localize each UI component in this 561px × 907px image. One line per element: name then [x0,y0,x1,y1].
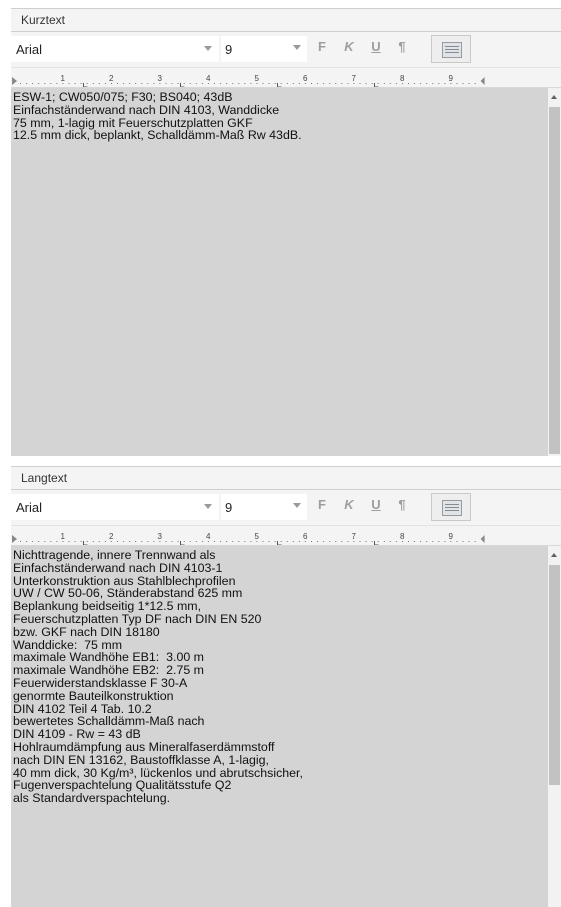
font-family-value: Arial [16,41,43,57]
paragraph-marks-button[interactable]: ¶ [394,497,410,512]
right-indent-marker[interactable] [480,535,485,543]
scroll-up-icon[interactable] [551,553,557,557]
langtext-content[interactable]: Nichttragende, innere Trennwand als Einfa… [11,546,561,805]
font-family-select[interactable]: Arial [11,36,219,62]
chevron-down-icon[interactable] [204,504,212,509]
kurztext-panel: Kurztext Arial 9 F K U ¶ 1 2 3 4 5 6 7 8 9 ESW-1… [11,8,561,456]
ruler-number: 3 [158,74,163,83]
scrollbar-thumb[interactable] [549,565,560,785]
ruler-number: 9 [449,74,454,83]
font-family-select[interactable]: Arial [11,494,219,520]
kurztext-content[interactable]: ESW-1; CW050/075; F30; BS040; 43dB Einfac… [11,88,561,142]
left-indent-marker[interactable] [12,535,17,543]
text-line: nach DIN EN 13162, Baustoffklasse A, 1-l… [13,752,269,767]
langtext-toolbar: Arial 9 F K U ¶ [11,490,561,526]
bold-button[interactable]: F [314,39,330,54]
text-line: Feuerwiderstandsklasse F 30-A [13,675,188,690]
ruler-number: 7 [352,532,357,541]
ruler-number: 1 [61,74,66,83]
langtext-panel: Langtext Arial 9 F K U ¶ 1 2 3 4 5 6 7 8 9 Nicht… [11,466,561,907]
underline-button[interactable]: U [368,497,384,512]
ruler-number: 5 [255,532,260,541]
text-line: 12.5 mm dick, beplankt, Schalldämm-Maß R… [13,128,302,143]
langtext-header: Langtext [11,466,561,490]
text-line: Hohlraumdämpfung aus Mineralfaserdämmsto… [13,739,275,754]
ruler-number: 2 [109,74,114,83]
paragraph-marks-button[interactable]: ¶ [394,39,410,54]
underline-button[interactable]: U [368,39,384,54]
text-line: Nichttragende, innere Trennwand als [13,548,216,562]
chevron-down-icon[interactable] [204,46,212,51]
ruler-number: 8 [400,74,405,83]
scrollbar-thumb[interactable] [549,107,560,454]
text-line: Einfachständerwand nach DIN 4103-1 [13,560,223,575]
font-family-value: Arial [16,499,43,515]
italic-button[interactable]: K [341,39,357,54]
text-layout-icon [442,500,462,516]
left-indent-marker[interactable] [12,77,17,85]
right-indent-marker[interactable] [480,77,485,85]
ruler-number: 1 [61,532,66,541]
ruler-number: 9 [449,532,454,541]
kurztext-editor[interactable]: ESW-1; CW050/075; F30; BS040; 43dB Einfac… [11,88,561,456]
text-line: Einfachständerwand nach DIN 4103, Wanddi… [13,102,280,117]
kurztext-scrollbar[interactable] [548,88,561,456]
text-layout-button[interactable] [431,35,471,63]
italic-button[interactable]: K [341,497,357,512]
font-size-value: 9 [225,41,233,57]
bold-button[interactable]: F [314,497,330,512]
ruler-number: 6 [303,74,308,83]
font-size-value: 9 [225,499,233,515]
text-line: bzw. GKF nach DIN 18180 [13,624,160,639]
text-line: ESW-1; CW050/075; F30; BS040; 43dB [13,90,233,104]
ruler-number: 2 [109,532,114,541]
scroll-up-icon[interactable] [551,95,557,99]
ruler-number: 8 [400,532,405,541]
text-layout-icon [442,42,462,58]
text-line: genormte Bauteilkonstruktion [13,688,174,703]
chevron-down-icon[interactable] [293,45,301,50]
kurztext-header: Kurztext [11,8,561,32]
font-size-select[interactable]: 9 [221,494,307,520]
langtext-scrollbar[interactable] [548,546,561,907]
ruler-number: 7 [352,74,357,83]
ruler-number: 6 [303,532,308,541]
text-layout-button[interactable] [431,493,471,521]
font-size-select[interactable]: 9 [221,36,307,62]
kurztext-ruler[interactable]: 1 2 3 4 5 6 7 8 9 [11,68,561,88]
langtext-ruler[interactable]: 1 2 3 4 5 6 7 8 9 [11,526,561,546]
langtext-editor[interactable]: Nichttragende, innere Trennwand als Einfa… [11,546,561,907]
ruler-number: 3 [158,532,163,541]
text-line: Feuerschutzplatten Typ DF nach DIN EN 52… [13,611,262,626]
chevron-down-icon[interactable] [293,503,301,508]
text-line: als Standardverspachtelung. [13,791,171,806]
kurztext-toolbar: Arial 9 F K U ¶ [11,32,561,68]
ruler-number: 4 [206,532,211,541]
ruler-number: 5 [255,74,260,83]
ruler-number: 4 [206,74,211,83]
